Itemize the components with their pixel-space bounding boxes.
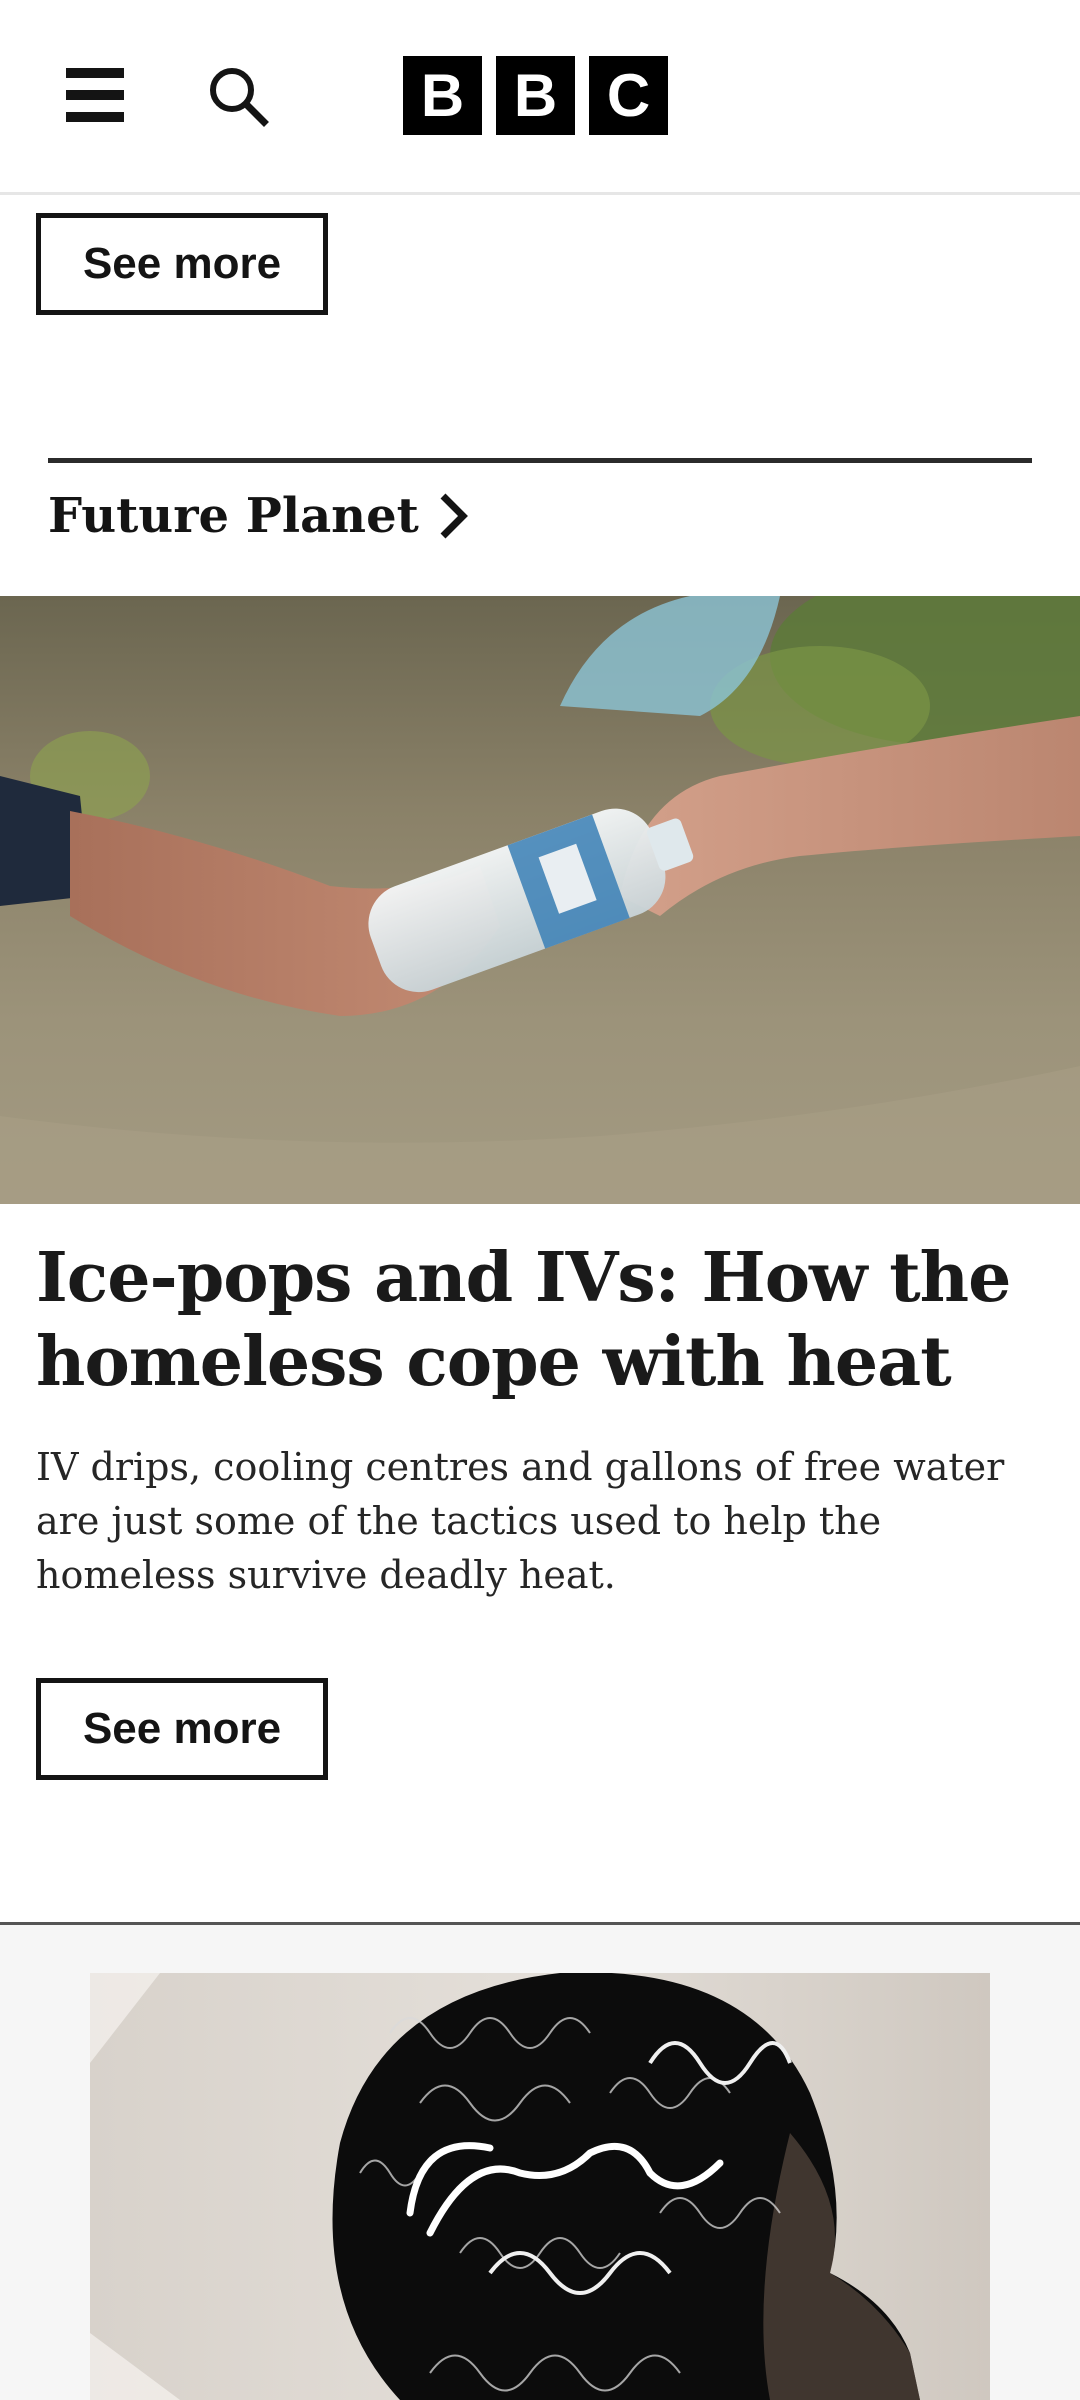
logo-letter: B: [403, 56, 482, 135]
bbc-logo[interactable]: B B C: [403, 56, 668, 135]
section-link-future-planet[interactable]: Future Planet: [48, 488, 469, 544]
see-more-button-top[interactable]: See more: [36, 213, 328, 315]
article-headline[interactable]: Ice-pops and IVs: How the homeless cope …: [36, 1236, 1046, 1404]
top-header: B B C: [0, 0, 1080, 195]
section-divider: [48, 458, 1032, 463]
logo-letter: B: [496, 56, 575, 135]
see-more-button[interactable]: See more: [36, 1678, 328, 1780]
search-icon[interactable]: [206, 64, 270, 128]
article-summary: IV drips, cooling centres and gallons of…: [36, 1445, 1005, 1597]
chevron-right-icon: [440, 493, 468, 539]
hamburger-menu-icon[interactable]: [66, 66, 124, 124]
promo-image[interactable]: [90, 1973, 990, 2400]
section-title: Future Planet: [48, 488, 419, 544]
logo-letter: C: [589, 56, 668, 135]
article-image[interactable]: [0, 596, 1080, 1204]
